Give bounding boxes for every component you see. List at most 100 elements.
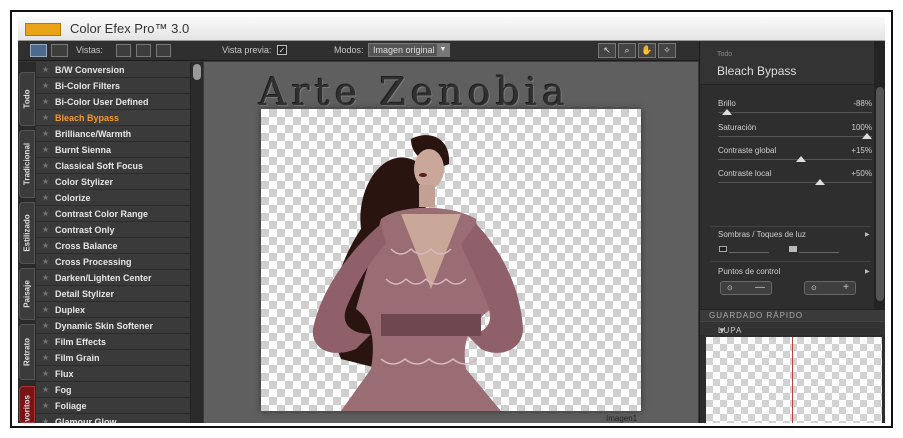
category-tabs: Todo Tradicional Estilizado Paisaje Retr… bbox=[18, 62, 36, 423]
control-point-icon: ⊙ bbox=[727, 285, 733, 292]
filter-item[interactable]: ★ Duplex bbox=[36, 302, 190, 318]
slider-thumb[interactable] bbox=[814, 179, 825, 185]
highlights-slider[interactable] bbox=[789, 246, 841, 254]
star-icon[interactable]: ★ bbox=[42, 241, 50, 250]
view-split-button[interactable] bbox=[136, 44, 151, 57]
expand-arrow-icon[interactable]: ▶ bbox=[865, 231, 870, 238]
remove-control-point-button[interactable]: ⊙ — bbox=[720, 281, 772, 295]
filter-item[interactable]: ★ Flux bbox=[36, 366, 190, 382]
star-icon[interactable]: ★ bbox=[42, 145, 50, 154]
loupe-tool-button[interactable]: ✧ bbox=[658, 43, 676, 58]
slider-thumb[interactable] bbox=[796, 156, 807, 162]
filter-item[interactable]: ★ Detail Stylizer bbox=[36, 286, 190, 302]
loupe-header[interactable]: ▼ LUPA bbox=[700, 321, 885, 335]
star-icon[interactable]: ★ bbox=[42, 177, 50, 186]
filter-item[interactable]: ★ Color Stylizer bbox=[36, 174, 190, 190]
slider-track[interactable] bbox=[718, 136, 872, 137]
star-icon[interactable]: ★ bbox=[42, 401, 50, 410]
star-icon[interactable]: ★ bbox=[42, 129, 50, 138]
filter-item-label: Cross Balance bbox=[55, 240, 118, 251]
hand-tool-button[interactable]: ✋ bbox=[638, 43, 656, 58]
panel-scrollbar[interactable] bbox=[874, 41, 885, 311]
control-points-header[interactable]: Puntos de control bbox=[718, 267, 780, 276]
filter-item[interactable]: ★ Burnt Sienna bbox=[36, 142, 190, 158]
star-icon[interactable]: ★ bbox=[42, 81, 50, 90]
mode-select[interactable]: Imagen original ▼ bbox=[368, 43, 450, 57]
filter-item[interactable]: ★ Cross Processing bbox=[36, 254, 190, 270]
star-icon[interactable]: ★ bbox=[42, 193, 50, 202]
star-icon[interactable]: ★ bbox=[42, 273, 50, 282]
loupe-view[interactable] bbox=[706, 337, 882, 423]
filter-item-label: Cross Processing bbox=[55, 256, 132, 267]
slider-contraste-global[interactable]: Contraste global +15% bbox=[718, 146, 872, 170]
star-icon[interactable]: ★ bbox=[42, 385, 50, 394]
filter-item[interactable]: ★ Darken/Lighten Center bbox=[36, 270, 190, 286]
filter-item[interactable]: ★ Bi-Color Filters bbox=[36, 78, 190, 94]
preview-checkbox[interactable]: ✓ bbox=[277, 45, 287, 55]
slider-track[interactable] bbox=[718, 112, 872, 113]
filter-item[interactable]: ★ Fog bbox=[36, 382, 190, 398]
star-icon[interactable]: ★ bbox=[42, 321, 50, 330]
filter-item[interactable]: ★ Foliage bbox=[36, 398, 190, 414]
slider-contraste-local[interactable]: Contraste local +50% bbox=[718, 169, 872, 193]
shadows-slider[interactable] bbox=[719, 246, 771, 254]
filter-item[interactable]: ★ Dynamic Skin Softener bbox=[36, 318, 190, 334]
star-icon[interactable]: ★ bbox=[42, 417, 50, 423]
star-icon[interactable]: ★ bbox=[42, 113, 50, 122]
filter-item[interactable]: ★ Classical Soft Focus bbox=[36, 158, 190, 174]
star-icon[interactable]: ★ bbox=[42, 353, 50, 362]
view-single-button[interactable] bbox=[116, 44, 131, 57]
star-icon[interactable]: ★ bbox=[42, 257, 50, 266]
filter-item[interactable]: ★ Bleach Bypass bbox=[36, 110, 190, 126]
preview-image[interactable] bbox=[261, 109, 641, 411]
filter-item[interactable]: ★ B/W Conversion bbox=[36, 62, 190, 78]
filter-item[interactable]: ★ Colorize bbox=[36, 190, 190, 206]
filter-item-label: Brilliance/Warmth bbox=[55, 128, 132, 139]
tab-tradicional[interactable]: Tradicional bbox=[19, 130, 35, 198]
star-icon[interactable]: ★ bbox=[42, 305, 50, 314]
filter-item[interactable]: ★ Contrast Color Range bbox=[36, 206, 190, 222]
star-icon[interactable]: ★ bbox=[42, 289, 50, 298]
tab-estilizado[interactable]: Estilizado bbox=[19, 202, 35, 264]
slider-track[interactable] bbox=[718, 182, 872, 183]
slider-brillo[interactable]: Brillo -88% bbox=[718, 99, 872, 123]
filter-item[interactable]: ★ Film Effects bbox=[36, 334, 190, 350]
filter-list-scroll-thumb[interactable] bbox=[193, 64, 201, 80]
tab-todo[interactable]: Todo bbox=[19, 72, 35, 126]
slider-thumb[interactable] bbox=[722, 109, 733, 115]
panel-scroll-thumb[interactable] bbox=[876, 87, 884, 301]
tab-retrato[interactable]: Retrato bbox=[19, 324, 35, 380]
add-control-point-button[interactable]: ⊙ + bbox=[804, 281, 856, 295]
view-grid-button[interactable] bbox=[51, 44, 68, 57]
slider-thumb[interactable] bbox=[862, 133, 873, 139]
filter-item-label: Flux bbox=[55, 368, 74, 379]
vistas-label: Vistas: bbox=[76, 45, 103, 55]
star-icon[interactable]: ★ bbox=[42, 65, 50, 74]
expand-arrow-icon[interactable]: ▶ bbox=[865, 268, 870, 275]
zoom-tool-button[interactable]: ⌕ bbox=[618, 43, 636, 58]
filter-item[interactable]: ★ Bi-Color User Defined bbox=[36, 94, 190, 110]
star-icon[interactable]: ★ bbox=[42, 225, 50, 234]
filter-item[interactable]: ★ Contrast Only bbox=[36, 222, 190, 238]
star-icon[interactable]: ★ bbox=[42, 369, 50, 378]
star-icon[interactable]: ★ bbox=[42, 209, 50, 218]
shadows-highlights-header[interactable]: Sombras / Toques de luz bbox=[718, 230, 806, 239]
slider-saturaci-n[interactable]: Saturación 100% bbox=[718, 123, 873, 147]
star-icon[interactable]: ★ bbox=[42, 337, 50, 346]
quick-save-header[interactable]: GUARDADO RÁPIDO bbox=[700, 309, 885, 321]
tab-favoritos[interactable]: Favoritos bbox=[19, 386, 35, 423]
view-list-button[interactable] bbox=[30, 44, 47, 57]
slider-track[interactable] bbox=[718, 159, 872, 160]
filter-item[interactable]: ★ Brilliance/Warmth bbox=[36, 126, 190, 142]
filter-list-scrollbar[interactable] bbox=[191, 62, 203, 423]
tab-paisaje[interactable]: Paisaje bbox=[19, 268, 35, 320]
filter-item[interactable]: ★ Film Grain bbox=[36, 350, 190, 366]
star-icon[interactable]: ★ bbox=[42, 97, 50, 106]
view-side-by-side-button[interactable] bbox=[156, 44, 171, 57]
arrow-tool-button[interactable]: ↖ bbox=[598, 43, 616, 58]
vista-previa-label: Vista previa: bbox=[222, 45, 272, 55]
modos-label: Modos: bbox=[334, 45, 364, 55]
filter-item[interactable]: ★ Cross Balance bbox=[36, 238, 190, 254]
filter-item[interactable]: ★ Glamour Glow bbox=[36, 414, 190, 423]
star-icon[interactable]: ★ bbox=[42, 161, 50, 170]
